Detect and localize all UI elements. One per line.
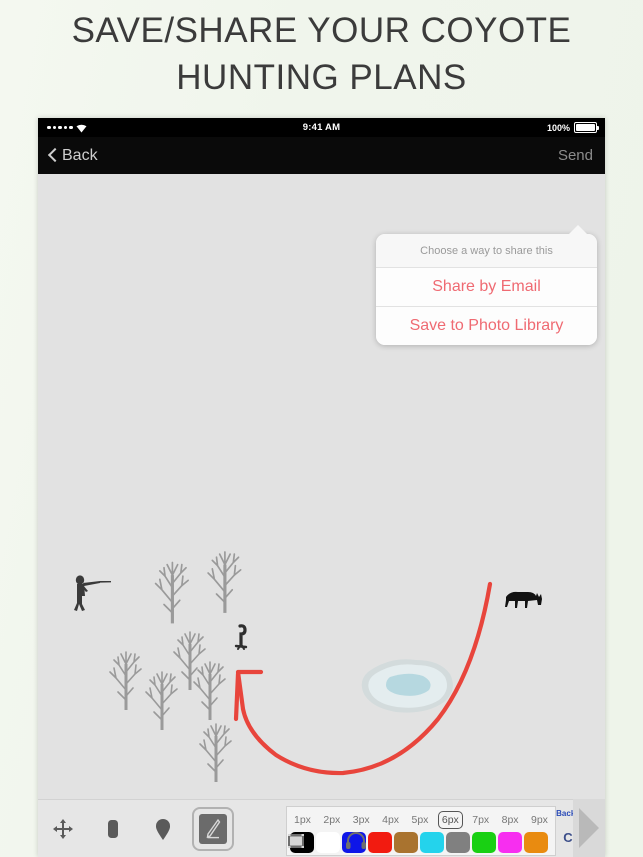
page-title-line-1: SAVE/SHARE YOUR COYOTE xyxy=(71,11,572,50)
device-screenshot: 9:41 AM 100% Back Send Choose a way to s… xyxy=(38,118,605,857)
page-title-line-2: HUNTING PLANS xyxy=(176,57,467,97)
stroke-size-7px[interactable]: 7px xyxy=(469,812,492,828)
status-bar: 9:41 AM 100% xyxy=(38,118,605,137)
stroke-size-4px[interactable]: 4px xyxy=(379,812,402,828)
video-icon[interactable] xyxy=(285,830,307,852)
stroke-size-6px[interactable]: 6px xyxy=(437,811,463,829)
stroke-size-list: 1px 2px 3px 4px 5px 6px 7px 8px 9px xyxy=(287,807,555,831)
stroke-size-5px[interactable]: 5px xyxy=(409,812,432,828)
share-by-email-option[interactable]: Share by Email xyxy=(376,268,597,307)
triangle-right-icon xyxy=(579,808,599,848)
status-bar-time: 9:41 AM xyxy=(302,122,341,133)
share-popover-title: Choose a way to share this xyxy=(376,234,597,268)
save-to-photo-library-option[interactable]: Save to Photo Library xyxy=(376,307,597,345)
stroke-size-1px[interactable]: 1px xyxy=(291,812,314,828)
send-button[interactable]: Send xyxy=(558,137,593,174)
coyote-silhouette xyxy=(505,591,542,608)
next-page-button[interactable] xyxy=(573,799,605,857)
bottom-icon-bar xyxy=(38,830,605,857)
battery-percent-label: 100% xyxy=(546,122,570,133)
battery-full-icon xyxy=(574,122,599,133)
stroke-size-2px[interactable]: 2px xyxy=(320,812,343,828)
pond xyxy=(361,659,453,713)
send-button-label: Send xyxy=(557,147,593,164)
page-title: SAVE/SHARE YOUR COYOTE HUNTING PLANS xyxy=(0,8,643,101)
back-button-label: Back xyxy=(62,146,98,164)
share-popover: Choose a way to share this Share by Emai… xyxy=(376,225,597,345)
stroke-size-3px[interactable]: 3px xyxy=(350,812,373,828)
headphones-icon[interactable] xyxy=(345,830,367,852)
nav-bar: Back Send xyxy=(38,137,605,174)
stroke-size-9px[interactable]: 9px xyxy=(528,812,551,828)
chevron-left-icon xyxy=(48,148,57,163)
status-bar-right: 100% xyxy=(546,118,599,137)
stroke-size-8px[interactable]: 8px xyxy=(499,812,522,828)
game-call xyxy=(234,624,248,650)
back-button[interactable]: Back xyxy=(48,137,98,174)
hunter-with-rifle xyxy=(74,575,111,611)
drawing-canvas[interactable]: Choose a way to share this Share by Emai… xyxy=(38,174,605,799)
